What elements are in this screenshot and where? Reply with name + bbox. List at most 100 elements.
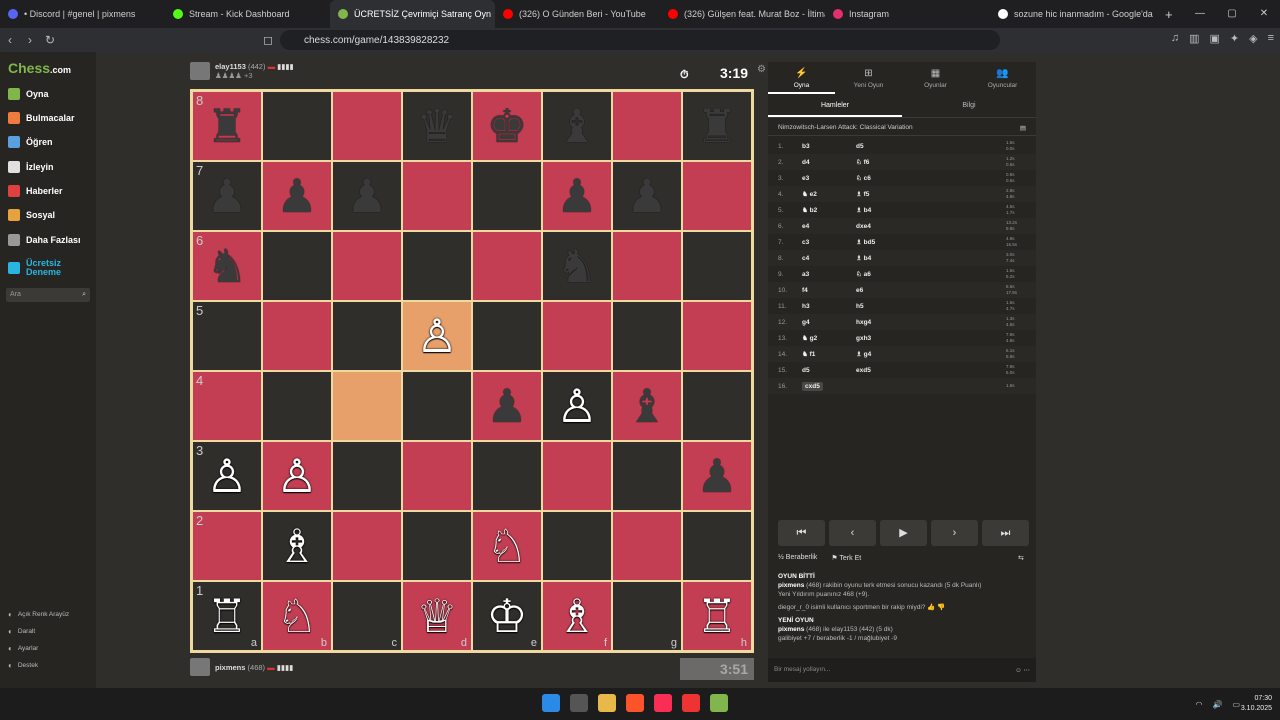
square-b2[interactable]: ♗ [262, 511, 332, 581]
task-view-icon[interactable] [570, 694, 588, 712]
square-h4[interactable] [682, 371, 752, 441]
square-g3[interactable] [612, 441, 682, 511]
chess-piece[interactable]: ♞ [206, 243, 247, 289]
black-move[interactable]: dxe4 [856, 223, 1006, 230]
square-d2[interactable] [402, 511, 472, 581]
square-e2[interactable]: ♘ [472, 511, 542, 581]
resign-button[interactable]: ⚑ Terk Et [831, 554, 861, 562]
chess-piece[interactable]: ♟ [206, 173, 247, 219]
thumbs-up-icon[interactable]: 👍 [927, 604, 935, 611]
draw-button[interactable]: ½ Beraberlik [778, 554, 817, 562]
black-move[interactable]: ♗ f5 [856, 190, 1006, 198]
chess-piece[interactable]: ♖ [696, 593, 737, 639]
square-d7[interactable] [402, 161, 472, 231]
square-a3[interactable]: 3 ♙ [192, 441, 262, 511]
white-move[interactable]: c4 [802, 255, 809, 262]
sidebar-footer-item[interactable]: ◐ Açık Renk Arayüz [8, 610, 69, 619]
white-move[interactable]: a3 [802, 271, 809, 278]
square-h1[interactable]: h ♖ [682, 581, 752, 651]
square-f3[interactable] [542, 441, 612, 511]
chess-piece[interactable]: ♙ [276, 453, 317, 499]
square-c6[interactable] [332, 231, 402, 301]
square-g6[interactable] [612, 231, 682, 301]
square-d8[interactable]: ♛ [402, 91, 472, 161]
sidebar-footer-item[interactable]: ◐ Destek [8, 661, 38, 670]
white-move[interactable]: g4 [802, 319, 810, 326]
flip-icon[interactable]: ⇆ [1018, 554, 1024, 562]
search-icon[interactable]: ⌕ [82, 291, 86, 299]
browser-tab[interactable]: (326) O Günden Beri - YouTube [495, 0, 660, 28]
black-move[interactable]: h5 [856, 303, 1006, 310]
previous-move-button[interactable]: ‹ [829, 520, 876, 546]
square-d6[interactable] [402, 231, 472, 301]
maximize-icon[interactable]: ▢ [1216, 0, 1248, 28]
square-g2[interactable] [612, 511, 682, 581]
square-e3[interactable] [472, 441, 542, 511]
panel-tab[interactable]: ⊞ Yeni Oyun [835, 62, 902, 94]
first-move-button[interactable]: ⏮ [778, 520, 825, 546]
white-move[interactable]: c3 [802, 239, 809, 246]
browser-tab[interactable]: Stream - Kick Dashboard [165, 0, 330, 28]
panel-tab[interactable]: 👥 Oyuncular [969, 62, 1036, 94]
emoji-icon[interactable]: ☺ ⋯ [1015, 666, 1030, 674]
square-b1[interactable]: b ♘ [262, 581, 332, 651]
chess-piece[interactable]: ♘ [276, 593, 317, 639]
square-d1[interactable]: d ♕ [402, 581, 472, 651]
chess-piece[interactable]: ♟ [696, 453, 737, 499]
volume-icon[interactable]: 🔊 [1212, 700, 1222, 709]
music-app-icon[interactable] [654, 694, 672, 712]
black-move[interactable]: e6 [856, 287, 1006, 294]
square-f1[interactable]: f ♗ [542, 581, 612, 651]
chess-piece[interactable]: ♔ [486, 593, 527, 639]
chesscom-logo[interactable]: Chess.com [8, 60, 71, 76]
chess-piece[interactable]: ♟ [556, 173, 597, 219]
reload-icon[interactable]: ↻ [40, 33, 60, 47]
chess-piece[interactable]: ♜ [206, 103, 247, 149]
sidebar-item[interactable]: Haberler [8, 185, 63, 197]
white-move[interactable]: ♞ e2 [802, 191, 817, 198]
wallet-icon[interactable]: ▣ [1209, 32, 1219, 45]
chat-message-input[interactable]: Bir mesaj yollayın... ☺ ⋯ [768, 658, 1036, 682]
settings-gear-icon[interactable]: ⚙ [757, 64, 766, 75]
white-move[interactable]: ♞ g2 [802, 335, 817, 342]
panel-subtab[interactable]: Bilgi [902, 94, 1036, 117]
panel-tab[interactable]: ⚡ Oyna [768, 62, 835, 94]
start-icon[interactable] [542, 694, 560, 712]
black-move[interactable]: ♗ b4 [856, 206, 1006, 214]
square-g5[interactable] [612, 301, 682, 371]
sidebar-item[interactable]: Daha Fazlası [8, 234, 81, 246]
chess-piece[interactable]: ♘ [486, 523, 527, 569]
square-h8[interactable]: ♜ [682, 91, 752, 161]
square-b8[interactable] [262, 91, 332, 161]
square-f8[interactable]: ♝ [542, 91, 612, 161]
square-b3[interactable]: ♙ [262, 441, 332, 511]
brave-browser-icon[interactable] [626, 694, 644, 712]
black-move[interactable]: ♘ c6 [856, 174, 1006, 182]
url-field[interactable]: chess.com/game/143839828232 [280, 30, 1000, 50]
sidebar-icon[interactable]: ▥ [1189, 32, 1199, 45]
square-g1[interactable]: g [612, 581, 682, 651]
square-e8[interactable]: ♚ [472, 91, 542, 161]
square-f4[interactable]: ♙ [542, 371, 612, 441]
white-move[interactable]: d5 [802, 367, 810, 374]
chess-piece[interactable]: ♕ [416, 593, 457, 639]
chess-piece[interactable]: ♙ [416, 313, 457, 359]
chess-piece[interactable]: ♙ [206, 453, 247, 499]
square-f6[interactable]: ♞ [542, 231, 612, 301]
square-c7[interactable]: ♟ [332, 161, 402, 231]
sidebar-footer-item[interactable]: ◐ Ayarlar [8, 644, 38, 653]
black-move[interactable]: d5 [856, 143, 1006, 150]
sidebar-item[interactable]: Sosyal [8, 209, 55, 221]
square-d4[interactable] [402, 371, 472, 441]
square-e4[interactable]: ♟ [472, 371, 542, 441]
square-f5[interactable] [542, 301, 612, 371]
ai-icon[interactable]: ✦ [1230, 32, 1239, 45]
play-button[interactable]: ▶ [880, 520, 927, 546]
square-a7[interactable]: 7 ♟ [192, 161, 262, 231]
square-h3[interactable]: ♟ [682, 441, 752, 511]
sidebar-item[interactable]: Bulmacalar [8, 112, 75, 124]
white-move[interactable]: cxd5 [802, 381, 823, 391]
white-move[interactable]: b3 [802, 143, 810, 150]
sidebar-footer-item[interactable]: ◐ Daralt [8, 627, 35, 636]
chess-piece[interactable]: ♟ [276, 173, 317, 219]
